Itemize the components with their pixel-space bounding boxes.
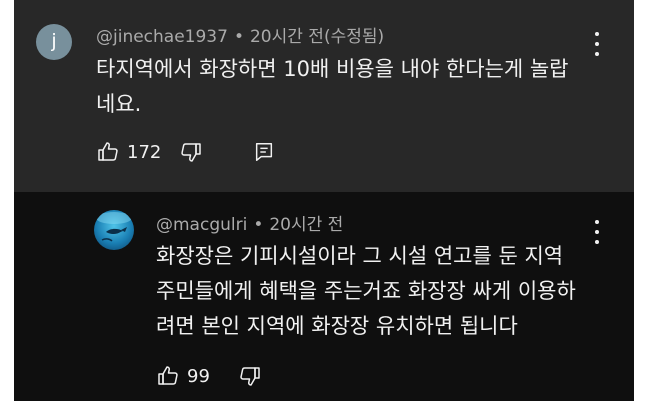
- comment-text: 타지역에서 화장하면 10배 비용을 내야 한다는게 놀랍 네요.: [96, 52, 569, 122]
- avatar-letter: j: [51, 30, 57, 52]
- avatar[interactable]: j: [36, 24, 72, 60]
- avatar-image: [96, 212, 132, 242]
- comment-header: @macgulri • 20시간 전: [156, 210, 343, 235]
- meta-separator: •: [233, 27, 244, 47]
- comment-line: 타지역에서 화장하면 10배 비용을 내야 한다는게 놀랍: [96, 57, 569, 81]
- comment-line: 려면 본인 지역에 화장장 유치하면 됩니다: [156, 314, 518, 338]
- comment-line: 주민들에게 혜택을 주는거죠 화장장 싸게 이용하: [156, 279, 576, 303]
- comment-timestamp[interactable]: 20시간 전(수정됨): [250, 27, 384, 47]
- like-count: 172: [127, 141, 162, 163]
- like-count: 99: [187, 365, 210, 387]
- comments-panel: j @jinechae1937 • 20시간 전(수정됨) 타지역에서 화장하면 1…: [14, 0, 634, 401]
- author-name[interactable]: @macgulri: [156, 215, 247, 235]
- comment-thread-item: j @jinechae1937 • 20시간 전(수정됨) 타지역에서 화장하면 1…: [14, 0, 634, 192]
- more-vert-icon[interactable]: [592, 218, 602, 246]
- thumb-up-icon[interactable]: [156, 364, 180, 388]
- meta-separator: •: [253, 215, 264, 235]
- comment-actions: 172: [96, 140, 275, 164]
- comment-line: 네요.: [96, 92, 142, 116]
- comment-header: @jinechae1937 • 20시간 전(수정됨): [96, 22, 384, 47]
- reply-icon[interactable]: [253, 141, 275, 163]
- comment-line: 화장장은 기피시설이라 그 시설 연고를 둔 지역: [156, 244, 564, 268]
- thumb-down-icon[interactable]: [238, 364, 262, 388]
- comment-actions: 99: [156, 364, 262, 388]
- author-name[interactable]: @jinechae1937: [96, 27, 228, 47]
- thumb-up-icon[interactable]: [96, 140, 120, 164]
- thumb-down-icon[interactable]: [179, 140, 203, 164]
- avatar[interactable]: [94, 210, 134, 250]
- more-vert-icon[interactable]: [592, 30, 602, 58]
- comment-text: 화장장은 기피시설이라 그 시설 연고를 둔 지역 주민들에게 혜택을 주는거죠…: [156, 239, 576, 344]
- comment-timestamp[interactable]: 20시간 전: [269, 215, 343, 235]
